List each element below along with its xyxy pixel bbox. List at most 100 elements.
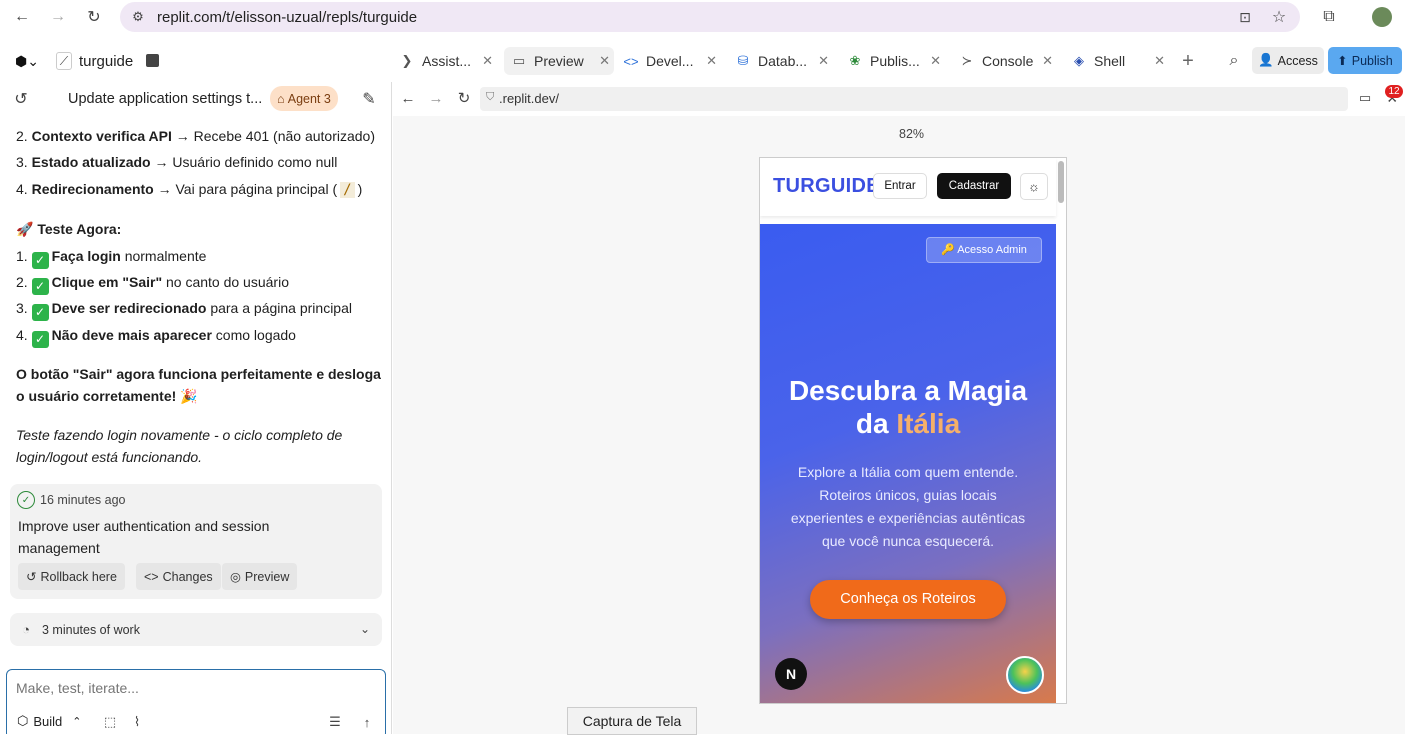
hero-title-line2: da Itália: [855, 408, 961, 439]
close-icon[interactable]: ✕: [482, 53, 493, 69]
hero-title-line1: Descubra a Magia: [788, 375, 1028, 406]
publish-button[interactable]: ⬆ Publish: [1328, 47, 1402, 74]
history-icon[interactable]: ↺: [10, 88, 32, 110]
hero-section: 🔑 Acesso Admin Descubra a Magia da Itáli…: [760, 224, 1056, 703]
tab-preview[interactable]: ▭ Preview ✕: [504, 47, 614, 75]
checkmark-icon: ✓: [31, 331, 49, 348]
list-item: 3. Estado atualizado → Usuário definido …: [16, 154, 338, 170]
rollback-button[interactable]: ↺ Rollback here: [18, 563, 125, 590]
shield-icon: ⛉: [486, 91, 495, 103]
tab-database[interactable]: ⛁ Datab... ✕: [728, 47, 833, 75]
italic-note: login/logout está funcionando.: [16, 449, 203, 465]
list-item: 1. ✓ Faça login normalmente: [16, 248, 207, 269]
list-item: 2. Contexto verifica API → Recebe 401 (n…: [16, 128, 375, 144]
work-summary-toggle[interactable]: ◔ 3 minutes of work ⌄: [10, 613, 382, 646]
list-item: 4. Redirecionamento → Vai para página pr…: [16, 181, 363, 198]
italic-note: Teste fazendo login novamente - o ciclo …: [16, 427, 343, 443]
close-icon[interactable]: ✕: [1042, 53, 1053, 69]
access-button[interactable]: 👤 Access: [1252, 47, 1324, 74]
attach-icon[interactable]: ⌇: [129, 714, 145, 730]
shell-icon: ◈: [1074, 53, 1084, 68]
new-chat-icon[interactable]: ✎: [358, 88, 380, 110]
assistant-icon: ❯: [401, 53, 413, 68]
summary-text: o usuário corretamente! 🎉: [16, 388, 198, 404]
profile-avatar[interactable]: [1372, 7, 1392, 27]
send-arrow-icon[interactable]: ↑: [359, 714, 375, 730]
checkmark-icon: ✓: [31, 304, 49, 321]
rollback-icon: ↺: [26, 570, 37, 584]
screenshot-tooltip: Captura de Tela: [567, 707, 697, 735]
beach-avatar-icon[interactable]: [1006, 656, 1044, 694]
select-element-icon[interactable]: ⬚: [102, 714, 118, 730]
site-header: TURGUIDE Entrar Cadastrar ☼: [760, 158, 1056, 216]
forward-icon[interactable]: →: [426, 88, 446, 108]
checkmark-icon: ✓: [31, 252, 49, 269]
search-icon[interactable]: ⌕: [1222, 49, 1246, 73]
database-icon: ⛁: [737, 53, 749, 68]
preview-icon: ◎: [230, 570, 241, 584]
preview-url: .replit.dev/: [499, 91, 559, 106]
changes-button[interactable]: <> Changes: [136, 563, 221, 590]
check-circle-icon: ✓: [17, 491, 35, 509]
replit-logo-icon[interactable]: ⬢⌄: [12, 50, 42, 72]
close-icon[interactable]: ✕: [599, 53, 610, 69]
reload-icon[interactable]: ↻: [454, 88, 474, 108]
scrollbar[interactable]: [1058, 161, 1064, 203]
project-name[interactable]: turguide: [79, 53, 133, 70]
settings-sliders-icon[interactable]: ☰: [327, 714, 343, 730]
test-heading: 🚀 Teste Agora:: [16, 221, 122, 237]
hero-description: Roteiros únicos, guias locais: [819, 487, 997, 503]
monitor-icon: ▭: [512, 53, 526, 68]
hero-description: Explore a Itália com quem entende.: [797, 464, 1019, 480]
chat-input[interactable]: [16, 678, 356, 698]
nextjs-badge[interactable]: N: [775, 658, 807, 690]
reload-icon[interactable]: ↻: [82, 6, 106, 28]
admin-access-button[interactable]: 🔑 Acesso Admin: [926, 237, 1042, 263]
chevron-up-icon: ⌃: [72, 715, 82, 728]
checkpoint-time: 16 minutes ago: [40, 493, 126, 507]
theme-toggle-sun-icon[interactable]: ☼: [1020, 173, 1048, 200]
close-icon[interactable]: ✕: [930, 53, 941, 69]
new-tab-plus-icon[interactable]: +: [1176, 49, 1200, 73]
preview-button[interactable]: ◎ Preview: [222, 563, 298, 590]
hero-highlight: Itália: [896, 408, 961, 439]
gauge-icon: ◔: [22, 621, 30, 637]
tab-assistant[interactable]: ❯ Assist... ✕: [392, 47, 497, 75]
back-icon[interactable]: ←: [10, 6, 34, 28]
stop-icon[interactable]: [146, 54, 159, 67]
tab-console[interactable]: ≻ Console ✕: [952, 47, 1057, 75]
summary-text: O botão "Sair" agora funciona perfeitame…: [16, 366, 381, 382]
thread-title[interactable]: Update application settings t...: [68, 91, 262, 107]
site-logo[interactable]: TURGUIDE: [773, 175, 880, 198]
build-mode-button[interactable]: ⬡ Build ⌃: [17, 713, 82, 729]
chevron-down-icon[interactable]: ⌄: [356, 620, 374, 638]
cta-button[interactable]: Conheça os Roteiros: [810, 580, 1006, 619]
checkpoint-title: Improve user authentication and session: [18, 518, 270, 534]
checkpoint-title: management: [18, 540, 100, 556]
address-bar[interactable]: ⚙ replit.com/t/elisson-uzual/repls/turgu…: [120, 2, 1300, 32]
preview-address-bar[interactable]: ⛉ .replit.dev/: [480, 87, 1348, 111]
tab-developer[interactable]: <> Devel... ✕: [616, 47, 721, 75]
signup-button[interactable]: Cadastrar: [937, 173, 1011, 199]
console-icon: ≻: [961, 53, 973, 68]
list-item: 3. ✓ Deve ser redirecionado para a página…: [16, 300, 352, 321]
close-icon[interactable]: ✕: [1154, 53, 1165, 69]
browser-toolbar: ← → ↻ ⚙ replit.com/t/elisson-uzual/repls…: [0, 0, 1405, 36]
forward-icon[interactable]: →: [46, 6, 70, 28]
bookmark-star-icon[interactable]: ☆: [1268, 6, 1290, 28]
back-icon[interactable]: ←: [398, 88, 418, 108]
tab-shell[interactable]: ◈ Shell ✕: [1064, 47, 1169, 75]
close-icon[interactable]: ✕: [706, 53, 717, 69]
devices-icon[interactable]: ▭: [1356, 89, 1374, 107]
hero-description: experientes e experiências autênticas: [790, 510, 1026, 526]
tab-publishing[interactable]: ❀ Publis... ✕: [840, 47, 945, 75]
agent-chat-panel: ↺ Update application settings t... ⌂ Agen…: [0, 82, 392, 734]
close-icon[interactable]: ✕: [818, 53, 829, 69]
publishing-icon: ❀: [849, 53, 861, 68]
list-item: 4. ✓ Não deve mais aparecer como logado: [16, 327, 296, 348]
notification-badge: 12: [1385, 85, 1403, 98]
install-app-icon[interactable]: ⊡: [1234, 6, 1256, 28]
login-button[interactable]: Entrar: [873, 173, 927, 199]
site-settings-icon[interactable]: ⚙: [128, 7, 148, 27]
extensions-icon[interactable]: ⧉: [1318, 6, 1340, 28]
